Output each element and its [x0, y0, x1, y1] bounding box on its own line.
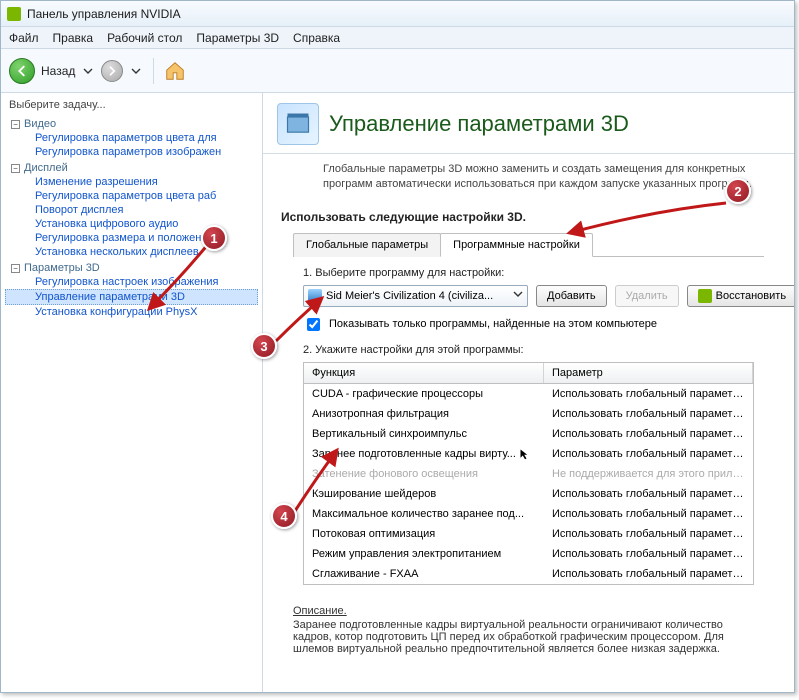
restore-button[interactable]: Восстановить	[687, 285, 794, 307]
program-icon	[308, 289, 322, 303]
table-row[interactable]: Максимальное количество заранее под...Ис…	[304, 504, 753, 524]
description-footer: Описание. Заранее подготовленные кадры в…	[263, 595, 794, 655]
program-settings-panel: 1. Выберите программу для настройки: Sid…	[293, 257, 764, 595]
table-body: CUDA - графические процессорыИспользоват…	[304, 384, 753, 584]
column-parameter[interactable]: Параметр	[544, 363, 753, 383]
menubar: Файл Правка Рабочий стол Параметры 3D Сп…	[1, 27, 794, 49]
cell-parameter: Использовать глобальный параметр (А...	[544, 547, 753, 561]
menu-file[interactable]: Файл	[9, 31, 39, 45]
menu-edit[interactable]: Правка	[53, 31, 94, 45]
cell-function: Затенение фонового освещения	[304, 467, 544, 481]
tree-item-manage-3d-settings[interactable]: Управление параметрами 3D	[5, 289, 258, 305]
forward-dropdown[interactable]	[129, 64, 143, 78]
cell-parameter: Использовать глобальный параметр (В...	[544, 407, 753, 421]
back-label: Назад	[41, 64, 75, 78]
page-title: Управление параметрами 3D	[329, 111, 629, 137]
tab-program-settings[interactable]: Программные настройки	[440, 233, 593, 257]
tab-global-settings[interactable]: Глобальные параметры	[293, 233, 441, 257]
back-dropdown[interactable]	[81, 64, 95, 78]
back-button[interactable]	[9, 58, 35, 84]
checkbox-label: Показывать только программы, найденные н…	[329, 318, 657, 330]
cell-parameter: Использовать глобальный параметр (В...	[544, 487, 753, 501]
forward-button[interactable]	[101, 60, 123, 82]
cell-function: Анизотропная фильтрация	[304, 407, 544, 421]
page-header: Управление параметрами 3D	[263, 93, 794, 154]
window-title: Панель управления NVIDIA	[27, 7, 181, 21]
page-description: Глобальные параметры 3D можно заменить и…	[263, 154, 794, 200]
nvidia-logo-icon	[698, 289, 712, 303]
menu-desktop[interactable]: Рабочий стол	[107, 31, 182, 45]
table-row[interactable]: Заранее подготовленные кадры вирту... Ис…	[304, 444, 753, 464]
cell-function: Кэширование шейдеров	[304, 487, 544, 501]
settings-table: Функция Параметр CUDA - графические проц…	[303, 362, 754, 585]
body: Выберите задачу... −Видео Регулировка па…	[1, 93, 794, 692]
cell-function: Режим управления электропитанием	[304, 547, 544, 561]
tree-group-3d[interactable]: −Параметры 3D	[5, 261, 258, 275]
column-function[interactable]: Функция	[304, 363, 544, 383]
step2-label: 2. Укажите настройки для этой программы:	[303, 344, 754, 356]
tree-item[interactable]: Регулировка параметров цвета раб	[5, 189, 258, 203]
table-row[interactable]: Сглаживание - FXAAИспользовать глобальны…	[304, 564, 753, 584]
table-row[interactable]: Кэширование шейдеровИспользовать глобаль…	[304, 484, 753, 504]
home-icon[interactable]	[164, 60, 186, 82]
tree-group-display[interactable]: −Дисплей	[5, 161, 258, 175]
sidebar-title: Выберите задачу...	[1, 97, 262, 115]
cell-function: CUDA - графические процессоры	[304, 387, 544, 401]
show-only-installed-checkbox[interactable]: Показывать только программы, найденные н…	[303, 315, 754, 334]
step1-label: 1. Выберите программу для настройки:	[303, 267, 754, 279]
annotation-marker-1: 1	[201, 225, 227, 251]
settings-tabs: Глобальные параметры Программные настрой…	[293, 232, 764, 257]
annotation-marker-2: 2	[725, 178, 751, 204]
nvidia-logo-icon	[7, 7, 21, 21]
task-navigation-sidebar: Выберите задачу... −Видео Регулировка па…	[1, 93, 263, 692]
menu-3d[interactable]: Параметры 3D	[196, 31, 279, 45]
main-content: Управление параметрами 3D Глобальные пар…	[263, 93, 794, 692]
cell-parameter: Использовать глобальный параметр (В...	[544, 567, 753, 581]
cell-function: Заранее подготовленные кадры вирту...	[304, 447, 544, 461]
cell-function: Вертикальный синхроимпульс	[304, 427, 544, 441]
add-button[interactable]: Добавить	[536, 285, 607, 307]
toolbar-separator	[153, 58, 154, 84]
page-header-icon	[277, 103, 319, 145]
footer-title: Описание.	[293, 605, 764, 617]
tree-item[interactable]: Регулировка параметров изображен	[5, 145, 258, 159]
tree-item[interactable]: Изменение разрешения	[5, 175, 258, 189]
table-row[interactable]: Вертикальный синхроимпульсИспользовать г…	[304, 424, 753, 444]
table-header: Функция Параметр	[304, 363, 753, 384]
cell-parameter: Использовать глобальный параметр (И...	[544, 507, 753, 521]
cell-parameter: Не поддерживается для этого прилож...	[544, 467, 753, 481]
tree-item[interactable]: Поворот дисплея	[5, 203, 258, 217]
remove-button: Удалить	[615, 285, 679, 307]
cell-function: Потоковая оптимизация	[304, 527, 544, 541]
menu-help[interactable]: Справка	[293, 31, 340, 45]
annotation-marker-4: 4	[271, 503, 297, 529]
section-title: Использовать следующие настройки 3D.	[263, 200, 794, 232]
chevron-down-icon	[513, 289, 523, 302]
table-row[interactable]: Анизотропная фильтрацияИспользовать глоб…	[304, 404, 753, 424]
cell-parameter: Использовать глобальный параметр (В...	[544, 427, 753, 441]
cell-function: Сглаживание - FXAA	[304, 567, 544, 581]
tree-item[interactable]: Регулировка настроек изображения	[5, 275, 258, 289]
tree-item[interactable]: Регулировка параметров цвета для	[5, 131, 258, 145]
toolbar: Назад	[1, 49, 794, 93]
nav-tree: −Видео Регулировка параметров цвета для …	[1, 117, 262, 319]
table-row[interactable]: Затенение фонового освещенияНе поддержив…	[304, 464, 753, 484]
table-row[interactable]: Режим управления электропитаниемИспользо…	[304, 544, 753, 564]
table-row[interactable]: Потоковая оптимизацияИспользовать глобал…	[304, 524, 753, 544]
checkbox-input[interactable]	[307, 318, 320, 331]
cell-parameter: Использовать глобальный параметр (1)	[544, 447, 753, 461]
tree-item[interactable]: Установка конфигурации PhysX	[5, 305, 258, 319]
tree-group-video[interactable]: −Видео	[5, 117, 258, 131]
cell-parameter: Использовать глобальный параметр (Все)	[544, 387, 753, 401]
nvidia-control-panel-window: Панель управления NVIDIA Файл Правка Раб…	[0, 0, 795, 693]
footer-text: Заранее подготовленные кадры виртуальной…	[293, 619, 724, 655]
cell-parameter: Использовать глобальный параметр (А...	[544, 527, 753, 541]
program-select-combo[interactable]: Sid Meier's Civilization 4 (civiliza...	[303, 285, 528, 307]
program-select-value: Sid Meier's Civilization 4 (civiliza...	[326, 290, 493, 302]
titlebar: Панель управления NVIDIA	[1, 1, 794, 27]
cell-function: Максимальное количество заранее под...	[304, 507, 544, 521]
table-row[interactable]: CUDA - графические процессорыИспользоват…	[304, 384, 753, 404]
annotation-marker-3: 3	[251, 333, 277, 359]
